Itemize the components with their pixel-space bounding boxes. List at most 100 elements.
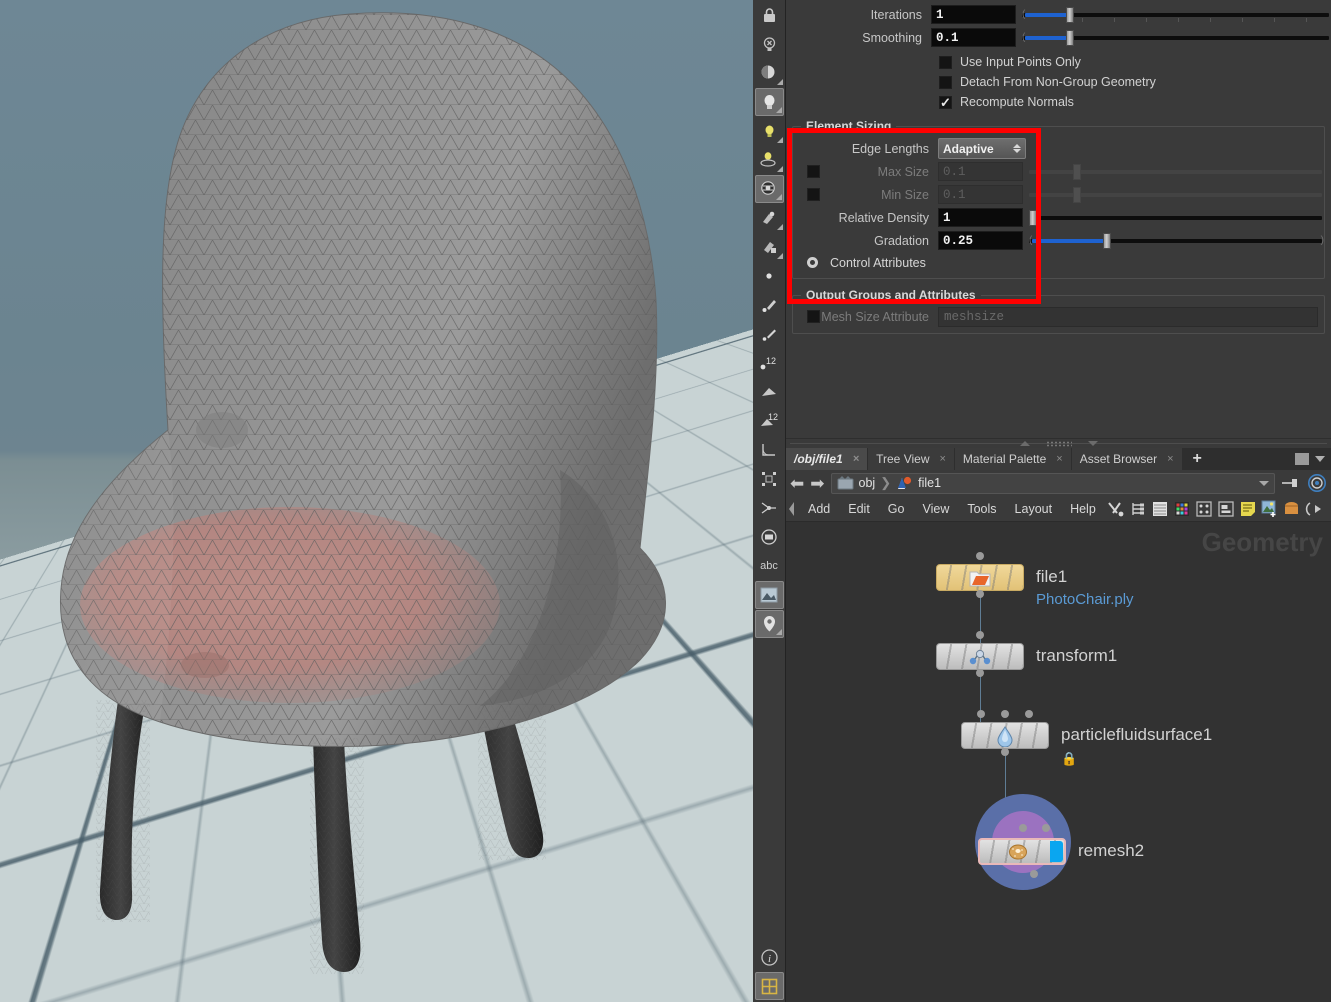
node-input-connector-2[interactable] xyxy=(1025,710,1033,718)
marker-icon[interactable] xyxy=(754,610,784,638)
checkbox-row-use-input-points-only[interactable]: Use Input Points Only xyxy=(786,52,1331,72)
edit-point-icon[interactable] xyxy=(755,291,784,319)
edge-lengths-dropdown[interactable]: Adaptive xyxy=(938,138,1026,159)
iterations-slider[interactable]: ( xyxy=(1022,5,1331,24)
param-row-edge-lengths[interactable]: Edge Lengths Adaptive xyxy=(793,137,1324,160)
chevron-down-icon[interactable] xyxy=(1315,456,1325,462)
tab-obj-file1[interactable]: /obj/file1 × xyxy=(786,448,868,470)
menu-tools[interactable]: Tools xyxy=(958,502,1005,516)
node-input-connector-1[interactable] xyxy=(1042,824,1050,832)
smoothing-slider[interactable]: ( xyxy=(1022,28,1331,47)
forward-arrow-icon[interactable]: ➡ xyxy=(810,475,824,492)
pane-tab-bar[interactable]: /obj/file1 × Tree View × Material Palett… xyxy=(786,448,1331,470)
min-size-field[interactable]: 0.1 xyxy=(938,185,1023,204)
menu-add[interactable]: Add xyxy=(799,502,839,516)
tree-layout-icon[interactable] xyxy=(1127,499,1149,519)
measure-angle-icon[interactable] xyxy=(755,436,784,464)
node-output-connector[interactable] xyxy=(976,669,984,677)
param-row-iterations[interactable]: Iterations 1 ( xyxy=(786,3,1331,26)
relative-density-slider[interactable] xyxy=(1029,208,1324,227)
checkbox-row-recompute-normals[interactable]: Recompute Normals xyxy=(786,92,1331,112)
param-row-max-size[interactable]: Max Size 0.1 xyxy=(793,160,1324,183)
tab-material-palette[interactable]: Material Palette × xyxy=(954,448,1071,470)
point-dot-icon[interactable] xyxy=(755,262,784,290)
paint-brush-icon[interactable] xyxy=(755,204,784,232)
add-tab-button[interactable]: + xyxy=(1183,448,1212,470)
scene-viewport[interactable]: 5 5 xyxy=(0,0,753,1002)
more-icon[interactable] xyxy=(1303,499,1325,519)
parameter-editor[interactable]: Iterations 1 ( Smoothing 0.1 (Use Input… xyxy=(786,0,1331,438)
node-input-connector-0[interactable] xyxy=(977,710,985,718)
bounding-box-icon[interactable] xyxy=(755,465,784,493)
mesh-size-attribute-enable-checkbox[interactable] xyxy=(807,310,820,323)
splitter-up-icon[interactable] xyxy=(1019,441,1030,446)
slider-handle[interactable] xyxy=(1066,30,1074,46)
area-light-icon[interactable] xyxy=(755,146,784,174)
recompute-normals-checkbox[interactable] xyxy=(939,95,952,109)
menu-go[interactable]: Go xyxy=(879,502,914,516)
lock-icon[interactable] xyxy=(755,1,784,29)
node-output-connector[interactable] xyxy=(976,590,984,598)
text-abc-icon[interactable]: abc xyxy=(755,552,784,580)
max-size-enable-checkbox[interactable] xyxy=(807,165,820,178)
network-path-bar[interactable]: ⬅ ➡ obj ❯ file1 xyxy=(786,470,1331,496)
node-file1[interactable]: file1 PhotoChair.ply xyxy=(936,552,1134,608)
max-size-field[interactable]: 0.1 xyxy=(938,162,1023,181)
close-icon[interactable]: × xyxy=(853,453,859,465)
max-size-slider[interactable] xyxy=(1029,162,1324,181)
close-icon[interactable]: × xyxy=(1056,453,1062,465)
network-box-icon[interactable] xyxy=(1215,499,1237,519)
maximize-pane-icon[interactable] xyxy=(1295,453,1309,465)
network-menu-bar[interactable]: Add Edit Go View Tools Layout Help xyxy=(786,496,1331,522)
path-segment-obj[interactable]: obj xyxy=(859,476,876,490)
display-shading-icon[interactable] xyxy=(754,175,784,203)
menu-help[interactable]: Help xyxy=(1061,502,1105,516)
background-image-icon[interactable] xyxy=(1259,499,1281,519)
param-row-relative-density[interactable]: Relative Density 1 xyxy=(793,206,1324,229)
node-input-connector-1[interactable] xyxy=(1001,710,1009,718)
tab-tree-view[interactable]: Tree View × xyxy=(868,448,954,470)
min-size-enable-checkbox[interactable] xyxy=(807,188,820,201)
checkbox-row-detach-from-non-group-geometry[interactable]: Detach From Non-Group Geometry xyxy=(786,72,1331,92)
tab-asset-browser[interactable]: Asset Browser × xyxy=(1071,448,1182,470)
viewport-display-toolbar[interactable]: 12 12 abc i xyxy=(753,0,786,1002)
number-primitive-icon[interactable]: 12 xyxy=(755,407,784,435)
environment-light-icon[interactable] xyxy=(755,59,784,87)
display-flag[interactable] xyxy=(1050,841,1063,862)
slider-handle[interactable] xyxy=(1066,7,1074,23)
asset-box-icon[interactable] xyxy=(1281,499,1303,519)
geometry-info-icon[interactable] xyxy=(755,523,784,551)
control-attributes-expander[interactable]: Control Attributes xyxy=(793,252,1324,273)
light-off-icon[interactable] xyxy=(755,30,784,58)
normals-icon[interactable] xyxy=(755,494,784,522)
tools-icon[interactable] xyxy=(1105,499,1127,519)
use-input-points-only-checkbox[interactable] xyxy=(939,55,952,69)
slider-handle[interactable] xyxy=(1029,210,1037,226)
layout-grid-icon[interactable] xyxy=(754,972,784,1000)
node-body[interactable] xyxy=(978,838,1066,865)
point-light-icon[interactable] xyxy=(755,117,784,145)
mesh-size-attribute-field[interactable]: meshsize xyxy=(938,306,1318,327)
primitive-icon[interactable] xyxy=(755,378,784,406)
path-input[interactable]: obj ❯ file1 xyxy=(830,472,1275,494)
tabbar-controls[interactable] xyxy=(1295,448,1331,470)
node-body[interactable] xyxy=(961,722,1049,749)
min-size-slider[interactable] xyxy=(1029,185,1324,204)
back-arrow-icon[interactable]: ⬅ xyxy=(790,475,804,492)
pick-pin-icon[interactable] xyxy=(755,320,784,348)
paint-bucket-icon[interactable] xyxy=(755,233,784,261)
sticky-note-icon[interactable] xyxy=(1237,499,1259,519)
node-output-connector[interactable] xyxy=(1001,748,1009,756)
node-remesh2[interactable]: remesh2 xyxy=(975,794,1144,890)
image-plane-icon[interactable] xyxy=(754,581,784,609)
gradation-slider[interactable]: ( ) xyxy=(1029,231,1324,250)
chair-model-mesh[interactable] xyxy=(0,0,753,1002)
number-point-icon[interactable]: 12 xyxy=(755,349,784,377)
list-view-icon[interactable] xyxy=(1149,499,1171,519)
panel-splitter[interactable] xyxy=(786,438,1331,448)
param-row-min-size[interactable]: Min Size 0.1 xyxy=(793,183,1324,206)
network-editor[interactable]: Geometry file1 PhotoChair.ply transform1… xyxy=(786,522,1331,1002)
node-transform1[interactable]: transform1 xyxy=(936,631,1117,677)
node-output-connector[interactable] xyxy=(1030,870,1038,878)
close-icon[interactable]: × xyxy=(1167,453,1173,465)
